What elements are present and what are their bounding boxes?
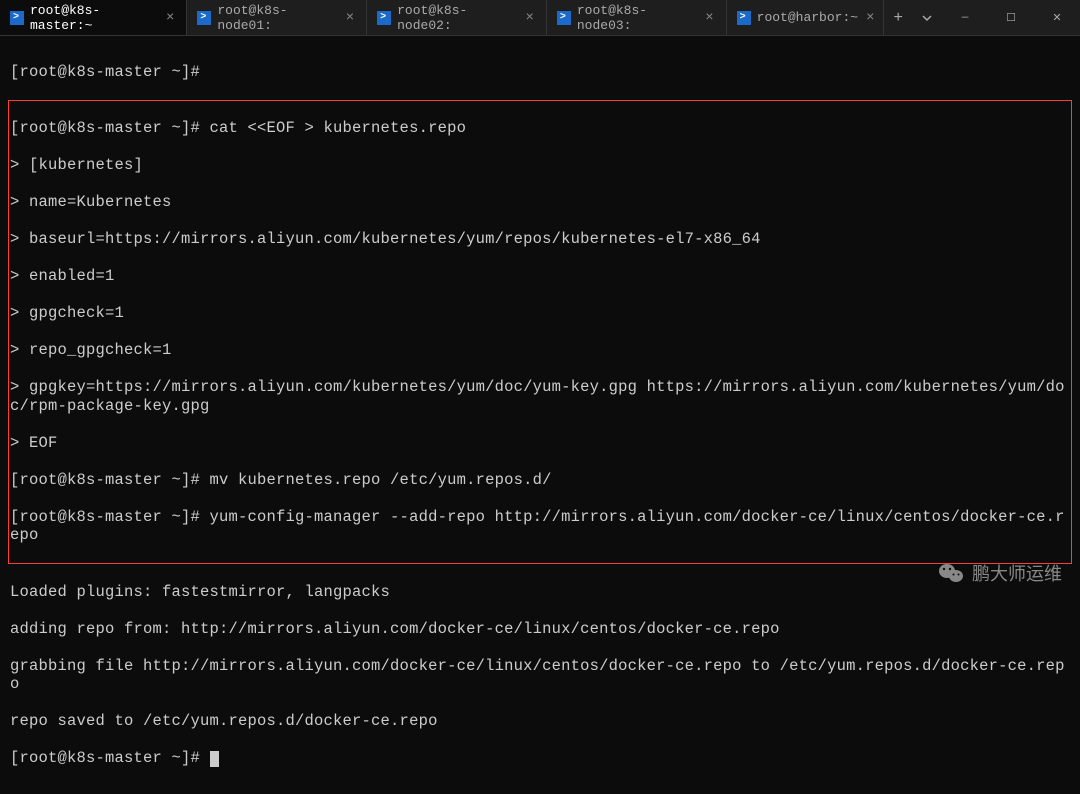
powershell-icon [10, 11, 24, 25]
powershell-icon [197, 11, 211, 25]
terminal-line: [root@k8s-master ~]# [10, 749, 1070, 768]
close-icon[interactable]: × [164, 10, 176, 26]
tab-k8s-node01[interactable]: root@k8s-node01: × [187, 0, 367, 35]
terminal-line: repo saved to /etc/yum.repos.d/docker-ce… [10, 712, 1070, 731]
terminal-line: [root@k8s-master ~]# [10, 63, 1070, 82]
wechat-icon [938, 562, 964, 584]
terminal-line: grabbing file http://mirrors.aliyun.com/… [10, 657, 1070, 694]
powershell-icon [377, 11, 391, 25]
close-icon: ✕ [1052, 11, 1061, 25]
tab-label: root@k8s-node02: [397, 3, 517, 33]
tab-label: root@k8s-node03: [577, 3, 697, 33]
minimize-icon: — [962, 12, 969, 24]
terminal-line: > repo_gpgcheck=1 [10, 341, 1070, 360]
terminal-line: > EOF [10, 434, 1070, 453]
tab-k8s-master[interactable]: root@k8s-master:~ × [0, 0, 187, 35]
maximize-icon: ☐ [1006, 11, 1016, 25]
close-icon[interactable]: × [523, 10, 535, 26]
terminal-line: [root@k8s-master ~]# cat <<EOF > kuberne… [10, 119, 1070, 138]
tab-dropdown-button[interactable] [913, 0, 942, 35]
tab-label: root@k8s-master:~ [30, 3, 158, 33]
close-icon[interactable]: × [703, 10, 715, 26]
terminal-line: [root@k8s-master ~]# yum-config-manager … [10, 508, 1070, 545]
terminal-line: > gpgcheck=1 [10, 304, 1070, 323]
terminal-body[interactable]: [root@k8s-master ~]# [root@k8s-master ~]… [0, 36, 1080, 794]
chevron-down-icon [921, 12, 933, 24]
terminal-line: Loaded plugins: fastestmirror, langpacks [10, 583, 1070, 602]
titlebar: root@k8s-master:~ × root@k8s-node01: × r… [0, 0, 1080, 36]
tab-bar: root@k8s-master:~ × root@k8s-node01: × r… [0, 0, 942, 35]
maximize-button[interactable]: ☐ [988, 0, 1034, 36]
terminal-line: > name=Kubernetes [10, 193, 1070, 212]
tab-k8s-node02[interactable]: root@k8s-node02: × [367, 0, 547, 35]
terminal-line: > [kubernetes] [10, 156, 1070, 175]
watermark: 鹏大师运维 [938, 560, 1062, 586]
minimize-button[interactable]: — [942, 0, 988, 36]
powershell-icon [557, 11, 571, 25]
highlighted-region: [root@k8s-master ~]# cat <<EOF > kuberne… [8, 100, 1072, 565]
terminal-line: > gpgkey=https://mirrors.aliyun.com/kube… [10, 378, 1070, 415]
tab-label: root@k8s-node01: [217, 3, 337, 33]
watermark-text: 鹏大师运维 [972, 560, 1062, 586]
cursor [210, 751, 219, 767]
plus-icon: + [893, 9, 903, 27]
tab-k8s-node03[interactable]: root@k8s-node03: × [547, 0, 727, 35]
window-controls: — ☐ ✕ [942, 0, 1080, 36]
tab-harbor[interactable]: root@harbor:~ × [727, 0, 884, 35]
close-icon[interactable]: × [864, 10, 876, 26]
terminal-line: > enabled=1 [10, 267, 1070, 286]
terminal-line: [root@k8s-master ~]# mv kubernetes.repo … [10, 471, 1070, 490]
new-tab-button[interactable]: + [884, 0, 913, 35]
terminal-line: adding repo from: http://mirrors.aliyun.… [10, 620, 1070, 639]
prompt-text: [root@k8s-master ~]# [10, 749, 210, 767]
close-icon[interactable]: × [344, 10, 356, 26]
close-window-button[interactable]: ✕ [1034, 0, 1080, 36]
powershell-icon [737, 11, 751, 25]
terminal-line: > baseurl=https://mirrors.aliyun.com/kub… [10, 230, 1070, 249]
tab-label: root@harbor:~ [757, 10, 858, 25]
